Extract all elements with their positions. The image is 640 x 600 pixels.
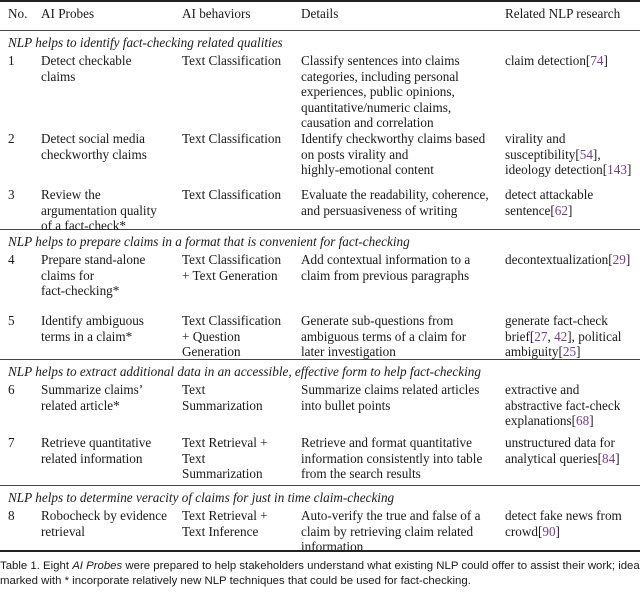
details-cell: Generate sub-questions from ambiguous te… [301,313,467,360]
section-title: NLP helps to determine veracity of claim… [8,490,395,505]
row-number: 5 [8,313,15,328]
related-research-cell: virality and susceptibility[54], ideolog… [505,131,640,178]
header-related-research: Related NLP research [505,6,621,21]
citation-link[interactable]: 42 [554,329,567,344]
research-text: ] [576,344,581,360]
research-text: ] [625,252,631,267]
ai-behavior-cell: Text Classification + Text Generation [182,252,282,283]
ai-probe-cell: Summarize claims’ related article* [41,382,144,413]
section-rule [0,485,640,486]
research-text: virality and susceptibility[ [505,131,580,162]
ai-probe-cell: Robocheck by evidence retrieval [41,508,167,539]
citation-link[interactable]: 27 [534,329,547,344]
research-text: ] [603,53,608,68]
details-cell: Summarize claims related articles into b… [301,382,480,413]
header-no: No. [8,6,28,21]
citation-link[interactable]: 62 [555,203,568,218]
header-details: Details [301,6,339,21]
research-text: ] [567,202,573,218]
caption-label: Table 1. Eight [0,560,73,572]
research-text: ] [626,162,632,178]
caption-line-1: Table 1. Eight AI Probes were prepared t… [0,559,640,574]
caption-line-2: marked with * incorporate relatively new… [0,575,471,587]
ai-probe-cell: Detect checkable claims [41,53,132,84]
header-ai-probes: AI Probes [41,6,95,21]
related-research-cell: claim detection[74] [505,53,640,69]
ai-probe-cell: Retrieve quantitative related informatio… [41,435,152,466]
row-number: 8 [8,508,15,523]
ai-behavior-cell: Text Classification [182,53,282,68]
citation-link[interactable]: 143 [607,162,627,177]
header-rule [0,30,640,31]
citation-link[interactable]: 84 [602,451,615,466]
row-number: 2 [8,131,15,146]
section-title: NLP helps to identify fact-checking rela… [8,35,283,50]
ai-probe-cell: Detect social media checkworthy claims [41,131,147,162]
table-top-rule [0,0,640,2]
ai-probe-cell: Identify ambiguous terms in a claim* [41,313,144,344]
row-number: 3 [8,187,15,202]
ai-probe-cell: Review the argumentation quality of a fa… [41,187,157,234]
caption-text: were prepared to help stakeholders under… [122,560,640,572]
caption-italic-term: AI Probes [72,560,123,572]
details-cell: Evaluate the readability, coherence, and… [301,187,489,218]
row-number: 7 [8,435,15,450]
research-text: detect attackable sentence[ [505,187,594,218]
ai-behavior-cell: Text Classification [182,131,282,146]
citation-link[interactable]: 68 [576,413,589,428]
details-cell: Auto-verify the true and false of a clai… [301,508,481,555]
row-number: 1 [8,53,15,68]
citation-link[interactable]: 54 [580,147,593,162]
header-ai-behaviors: AI behaviors [182,6,251,21]
section-title: NLP helps to prepare claims in a format … [8,234,410,249]
details-cell: Retrieve and format quantitative informa… [301,435,483,482]
related-research-cell: unstructured data for analytical queries… [505,435,640,466]
related-research-cell: generate fact-check brief[27, 42], polit… [505,313,640,360]
research-text: ] [589,413,594,429]
research-text: ] [615,450,620,466]
related-research-cell: detect attackable sentence[62] [505,187,640,218]
table-header-row: No. AI Probes AI behaviors Details Relat… [0,6,640,24]
research-text: claim detection[ [505,53,591,68]
research-text: unstructured data for analytical queries… [505,435,615,466]
research-text: decontextualization[ [505,252,613,267]
row-number: 4 [8,252,15,267]
details-cell: Classify sentences into claims categorie… [301,53,460,131]
related-research-cell: decontextualization[29] [505,252,640,268]
ai-probe-cell: Prepare stand-alone claims for fact-chec… [41,252,146,299]
ai-behavior-cell: Text Retrieval + Text Inference [182,508,268,539]
citation-link[interactable]: 29 [613,252,626,267]
ai-behavior-cell: Text Retrieval + Text Summarization [182,435,268,482]
related-research-cell: extractive and abstractive fact-check ex… [505,382,640,429]
citation-link[interactable]: 90 [542,524,555,539]
row-number: 6 [8,382,15,397]
research-text: extractive and abstractive fact-check ex… [505,382,621,429]
table-bottom-rule [0,550,640,552]
details-cell: Add contextual information to a claim fr… [301,252,471,283]
ai-behavior-cell: Text Classification + Question Generatio… [182,313,282,360]
citation-link[interactable]: 25 [563,344,576,359]
research-text: ] [555,523,560,539]
table-caption: Table 1. Eight AI Probes were prepared t… [0,559,640,589]
section-title: NLP helps to extract additional data in … [8,364,481,379]
research-text: detect fake news from crowd[ [505,508,622,539]
citation-link[interactable]: 74 [590,53,603,68]
ai-behavior-cell: Text Summarization [182,382,263,413]
ai-behavior-cell: Text Classification [182,187,282,202]
details-cell: Identify checkworthy claims based on pos… [301,131,486,178]
related-research-cell: detect fake news from crowd[90] [505,508,640,539]
